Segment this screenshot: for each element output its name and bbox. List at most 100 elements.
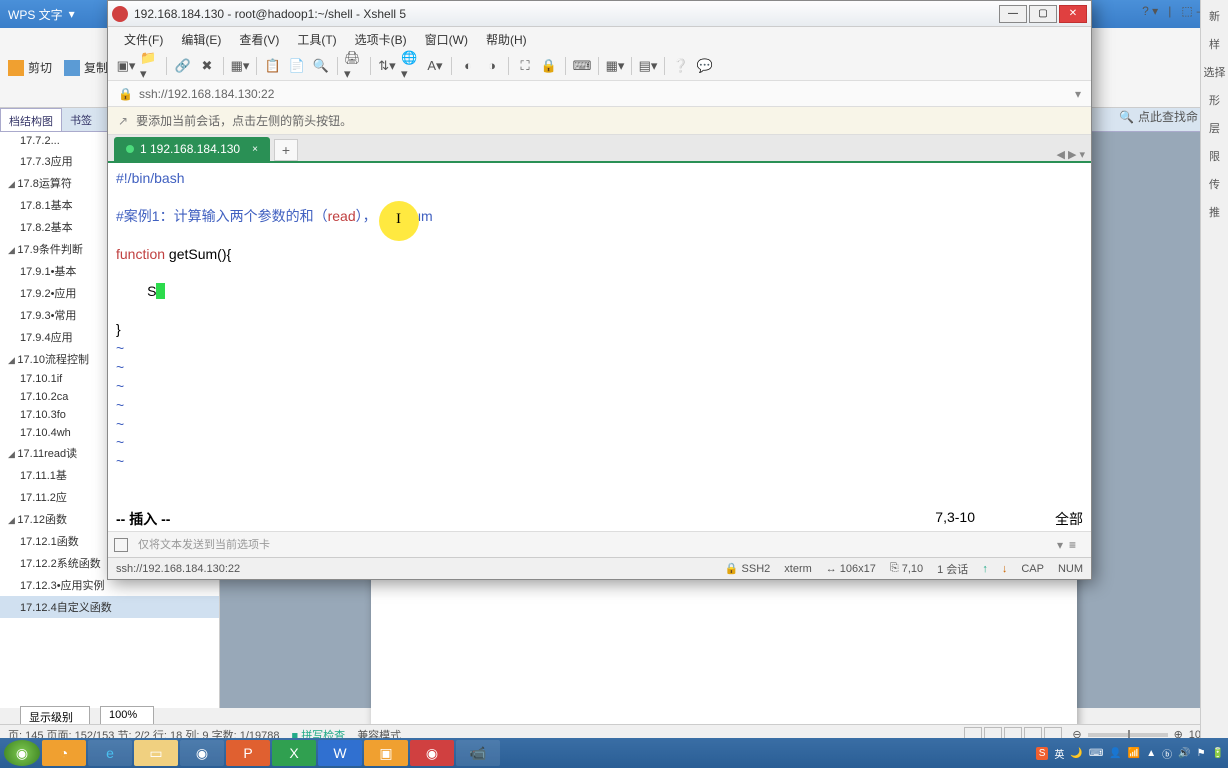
tab-bookmarks[interactable]: 书签 xyxy=(62,108,100,131)
session-tab-1[interactable]: 1 192.168.184.130 × xyxy=(114,137,270,161)
start-button[interactable]: ◉ xyxy=(4,740,40,766)
tray-flag-icon[interactable]: ⚑ xyxy=(1197,748,1206,759)
arrow-icon[interactable]: ↗ xyxy=(118,114,128,128)
right-panel-btn[interactable]: 传 xyxy=(1209,176,1220,192)
maximize-button[interactable]: ▢ xyxy=(1029,5,1057,23)
tab-close-icon[interactable]: × xyxy=(252,144,258,155)
session-tabs: 1 192.168.184.130 × + ◀ ▶ ▾ xyxy=(108,135,1091,161)
menu-item[interactable]: 选项卡(B) xyxy=(347,29,415,50)
zoom-slider[interactable] xyxy=(1088,733,1168,737)
close-button[interactable]: ✕ xyxy=(1059,5,1087,23)
menu-item[interactable]: 文件(F) xyxy=(116,29,171,50)
find-area[interactable]: 🔍 点此查找命 xyxy=(1119,108,1198,125)
term-tilde-5: ~ xyxy=(116,415,1083,434)
windows-taskbar: ◉ ◔ e ▭ ◉ P X W ▣ ◉ 📹 S 英 🌙 ⌨ 👤 📶 ▲ ⓑ 🔊 … xyxy=(0,738,1228,768)
new-tab-button[interactable]: + xyxy=(274,139,298,161)
status-cap: CAP xyxy=(1021,563,1044,575)
taskbar-explorer[interactable]: ▭ xyxy=(134,740,178,766)
right-panel-btn[interactable]: 层 xyxy=(1209,120,1220,136)
find-icon[interactable]: 🔍 xyxy=(311,56,331,76)
taskbar-camera[interactable]: 📹 xyxy=(456,740,500,766)
system-tray[interactable]: S 英 🌙 ⌨ 👤 📶 ▲ ⓑ 🔊 ⚑ 🔋 xyxy=(1036,746,1224,761)
properties-icon[interactable]: ▦▾ xyxy=(230,56,250,76)
status-down-icon[interactable]: ↓ xyxy=(1002,563,1008,575)
status-up-icon[interactable]: ↑ xyxy=(982,563,988,575)
compose-input[interactable]: 仅将文本发送到当前选项卡 xyxy=(134,536,1051,554)
term-tilde-4: ~ xyxy=(116,396,1083,415)
tab-structure[interactable]: 档结构图 xyxy=(0,108,62,131)
disconnect-icon[interactable]: ✖ xyxy=(197,56,217,76)
restore-icon[interactable]: ⬚ xyxy=(1181,4,1192,18)
address-bar[interactable]: 🔒 ssh://192.168.184.130:22 ▾ xyxy=(108,81,1091,107)
hint-bar: ↗ 要添加当前会话，点击左侧的箭头按钮。 xyxy=(108,107,1091,135)
right-panel-btn[interactable]: 样 xyxy=(1209,36,1220,52)
compose-menu-icon[interactable]: ≡ xyxy=(1069,538,1085,552)
keyboard-tb-icon[interactable]: ⌨ xyxy=(572,56,592,76)
cut-button[interactable]: 剪切 xyxy=(8,59,52,76)
right-panel-btn[interactable]: 选择 xyxy=(1204,64,1226,80)
help-tb-icon[interactable]: ❔ xyxy=(671,56,691,76)
copy-tb-icon[interactable]: 📋 xyxy=(263,56,283,76)
chat-icon[interactable]: 💬 xyxy=(695,56,715,76)
tray-bt-icon[interactable]: ⓑ xyxy=(1162,746,1172,761)
menu-item[interactable]: 窗口(W) xyxy=(417,29,476,50)
taskbar-vm[interactable]: ▣ xyxy=(364,740,408,766)
addr-dropdown-icon[interactable]: ▾ xyxy=(1075,87,1081,101)
send-all-checkbox[interactable] xyxy=(114,538,128,552)
right-panel-btn[interactable]: 新 xyxy=(1209,8,1220,24)
color1-icon[interactable]: ◐ xyxy=(458,56,478,76)
compose-dropdown-icon[interactable]: ▾ xyxy=(1057,538,1063,552)
tray-net-icon[interactable]: 📶 xyxy=(1128,748,1140,759)
terminal[interactable]: I #!/bin/bash #案例1：计算输入两个参数的和（read）， get… xyxy=(108,161,1091,507)
transfer-icon[interactable]: ⇅▾ xyxy=(377,56,397,76)
xshell-title: 192.168.184.130 - root@hadoop1:~/shell -… xyxy=(134,7,997,21)
xshell-titlebar[interactable]: 192.168.184.130 - root@hadoop1:~/shell -… xyxy=(108,1,1091,27)
copy-button[interactable]: 复制 xyxy=(64,59,108,76)
tab-label: 1 192.168.184.130 xyxy=(140,142,240,156)
tray-moon-icon[interactable]: 🌙 xyxy=(1070,748,1082,759)
cascade-icon[interactable]: ▤▾ xyxy=(638,56,658,76)
taskbar-ie[interactable]: e xyxy=(88,740,132,766)
lock-tb-icon[interactable]: 🔒 xyxy=(539,56,559,76)
paste-tb-icon[interactable]: 📄 xyxy=(287,56,307,76)
taskbar-app-1[interactable]: ◔ xyxy=(42,740,86,766)
globe-icon[interactable]: 🌐▾ xyxy=(401,56,421,76)
tray-up-icon[interactable]: ▲ xyxy=(1146,748,1156,759)
tab-nav[interactable]: ◀ ▶ ▾ xyxy=(1056,148,1085,161)
tray-vol-icon[interactable]: 🔊 xyxy=(1178,748,1190,759)
tray-keyboard-icon[interactable]: ⌨ xyxy=(1089,748,1103,759)
tree-item[interactable]: 17.12.4自定义函数 xyxy=(0,596,219,618)
right-panel-btn[interactable]: 限 xyxy=(1209,148,1220,164)
vim-scroll: 全部 xyxy=(1055,509,1083,529)
menu-item[interactable]: 编辑(E) xyxy=(173,29,229,50)
new-session-icon[interactable]: ▣▾ xyxy=(116,56,136,76)
taskbar-ppt[interactable]: P xyxy=(226,740,270,766)
term-line-2: #案例1：计算输入两个参数的和（read）， getSum xyxy=(116,207,1083,226)
right-panel-btn[interactable]: 形 xyxy=(1209,92,1220,108)
print-icon[interactable]: 🖨▾ xyxy=(344,56,364,76)
taskbar-wps[interactable]: W xyxy=(318,740,362,766)
layout-icon[interactable]: ▦▾ xyxy=(605,56,625,76)
color2-icon[interactable]: ◑ xyxy=(482,56,502,76)
status-num: NUM xyxy=(1058,563,1083,575)
menu-item[interactable]: 工具(T) xyxy=(289,29,344,50)
taskbar-xshell[interactable]: ◉ xyxy=(410,740,454,766)
fullscreen-icon[interactable]: ⛶ xyxy=(515,56,535,76)
tray-ime[interactable]: 英 xyxy=(1054,746,1064,761)
menu-item[interactable]: 查看(V) xyxy=(231,29,287,50)
help-icon[interactable]: ? ▾ xyxy=(1142,4,1158,18)
tray-batt-icon[interactable]: 🔋 xyxy=(1212,748,1224,759)
reconnect-icon[interactable]: 🔗 xyxy=(173,56,193,76)
taskbar-excel[interactable]: X xyxy=(272,740,316,766)
status-termtype: xterm xyxy=(784,563,812,575)
right-panel-btn[interactable]: 推 xyxy=(1209,204,1220,220)
copy-icon xyxy=(64,60,80,76)
tray-sogou-icon[interactable]: S xyxy=(1036,747,1049,760)
term-line-blank4 xyxy=(116,301,1083,320)
taskbar-chrome[interactable]: ◉ xyxy=(180,740,224,766)
font-icon[interactable]: A▾ xyxy=(425,56,445,76)
minimize-button[interactable]: — xyxy=(999,5,1027,23)
menu-item[interactable]: 帮助(H) xyxy=(478,29,535,50)
open-icon[interactable]: 📁▾ xyxy=(140,56,160,76)
tray-user-icon[interactable]: 👤 xyxy=(1109,748,1121,759)
